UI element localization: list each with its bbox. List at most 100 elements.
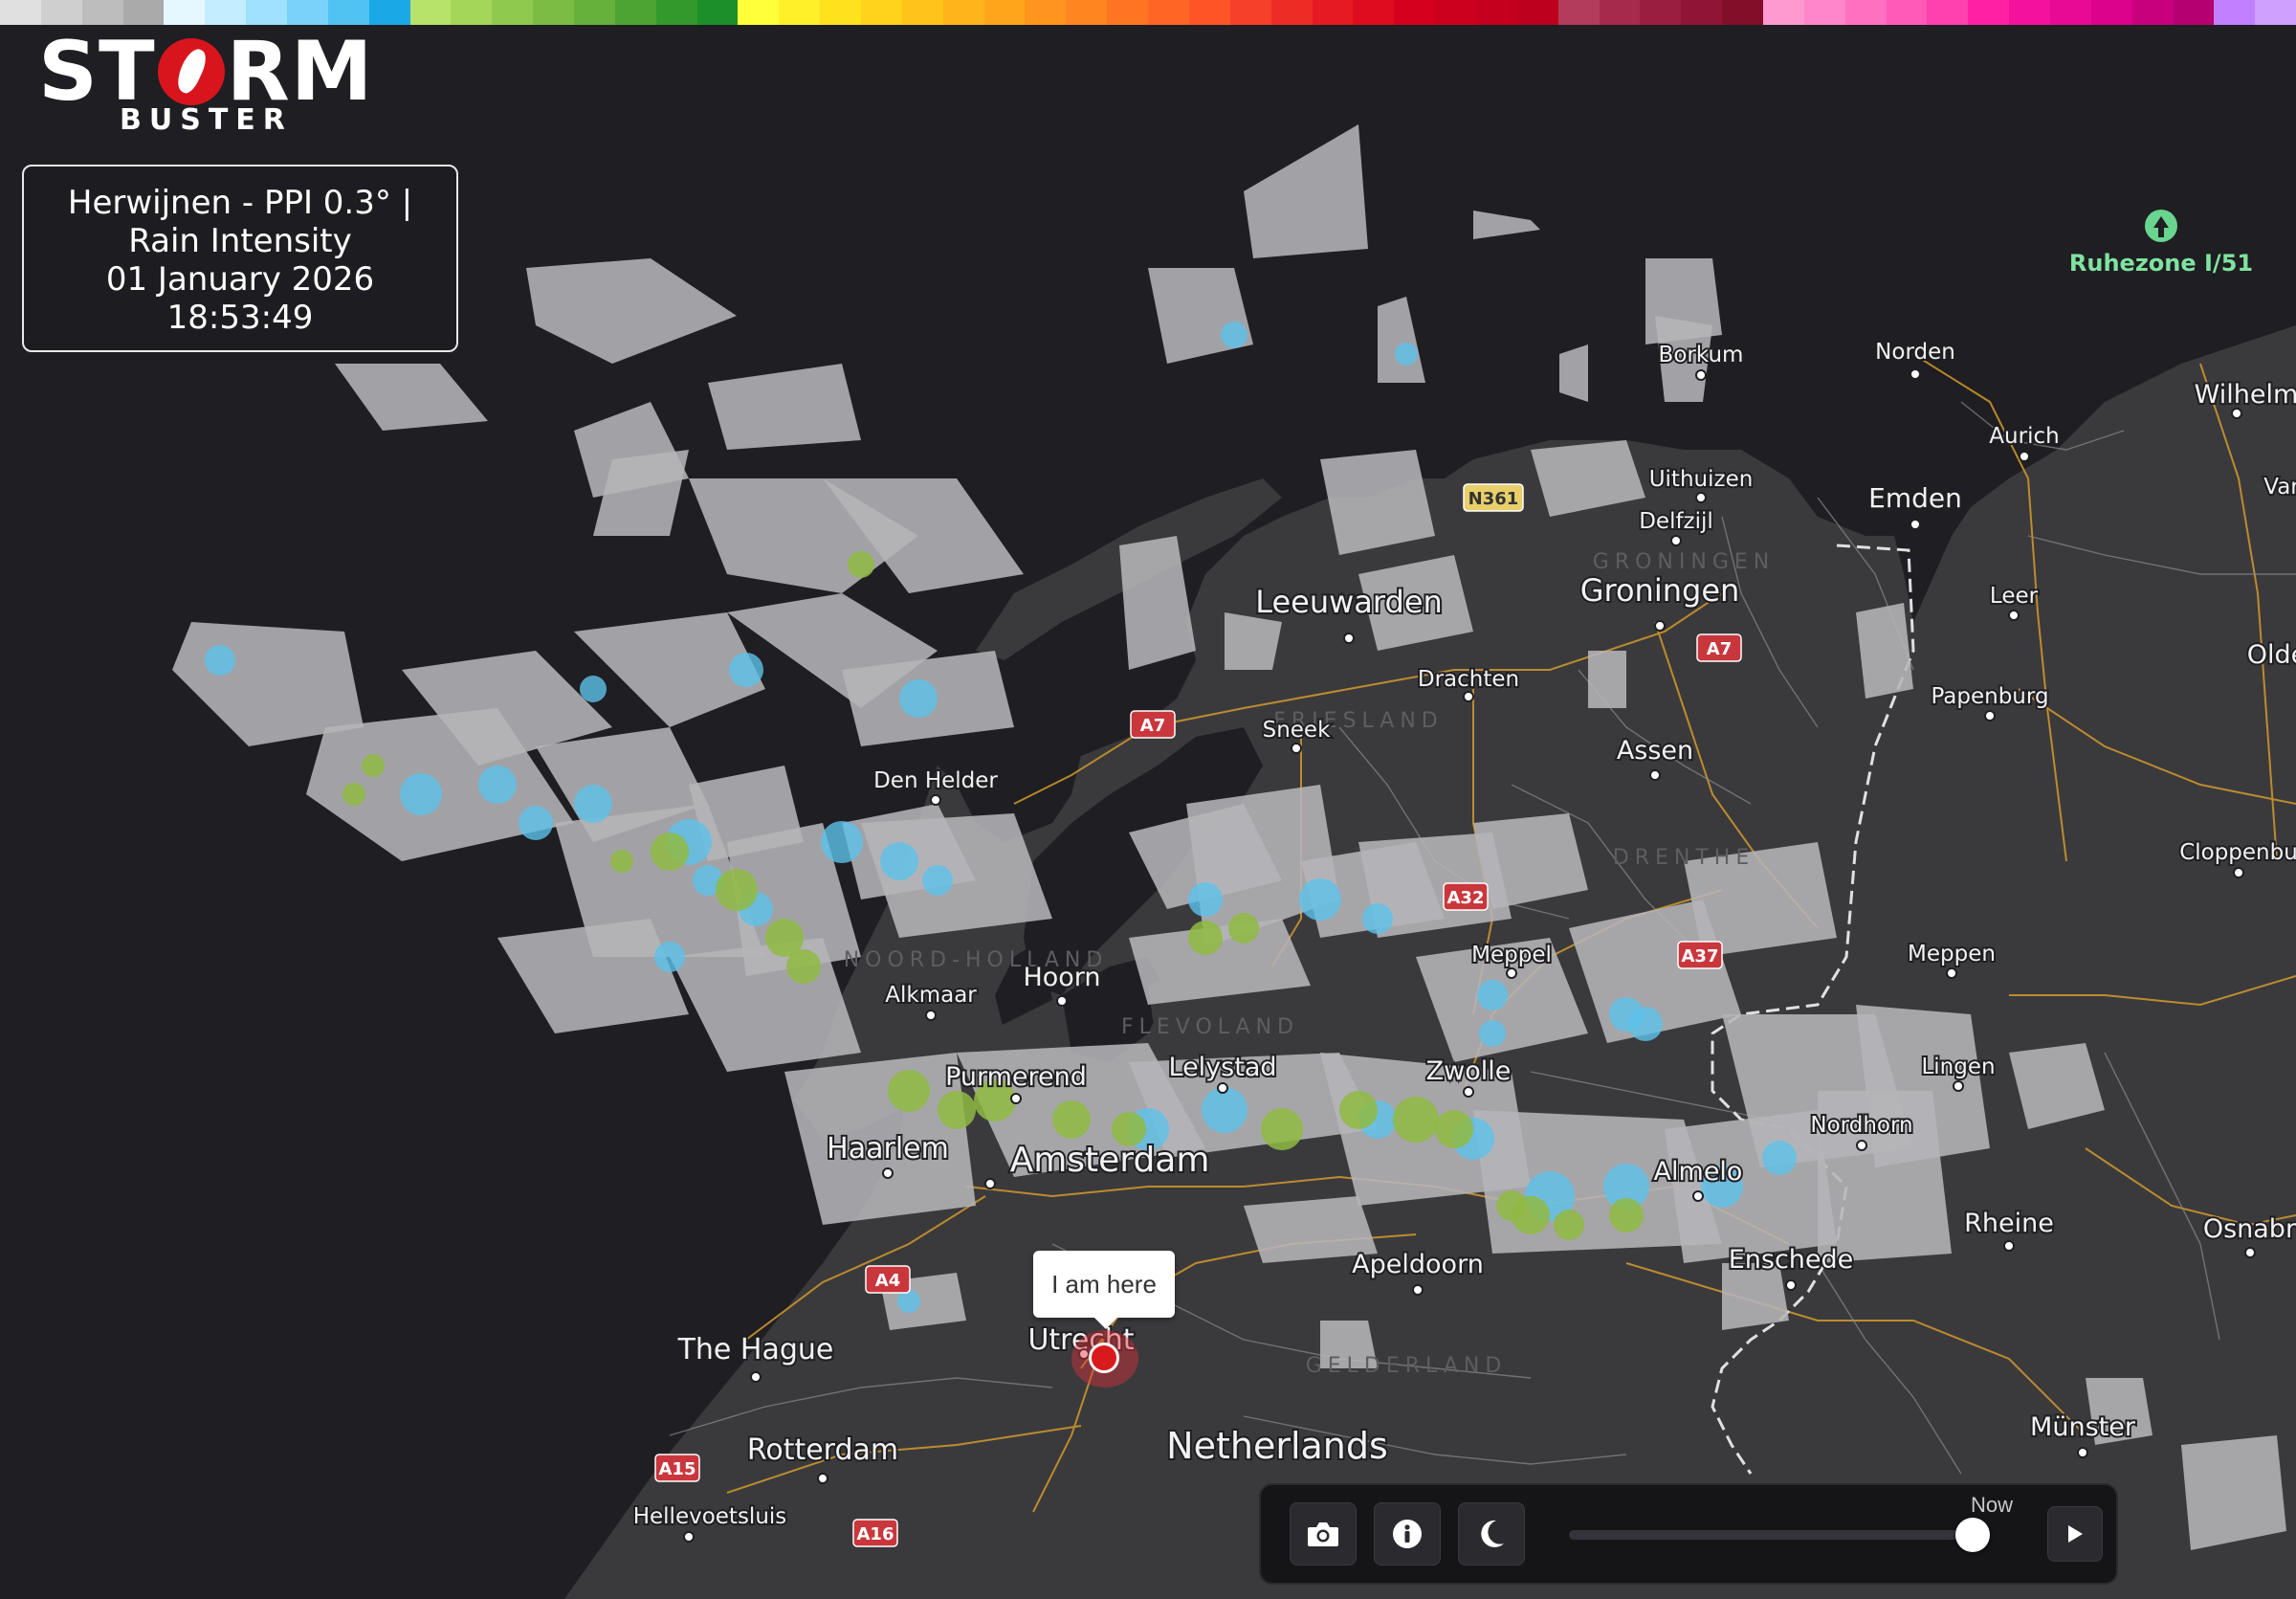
city-dot xyxy=(1692,1190,1704,1202)
color-scale-swatch xyxy=(1762,0,1804,25)
city-label: Lelystad xyxy=(1169,1053,1277,1082)
color-scale-swatch xyxy=(2090,0,2132,25)
color-scale-swatch xyxy=(779,0,821,25)
color-scale-swatch xyxy=(409,0,452,25)
color-scale-swatch xyxy=(1557,0,1600,25)
color-scale-swatch xyxy=(1927,0,1969,25)
color-scale-swatch xyxy=(738,0,780,25)
city-label: Olde xyxy=(2247,640,2296,670)
city-dot xyxy=(1217,1082,1228,1094)
city-dot xyxy=(683,1531,695,1543)
logo-subtext: BUSTER xyxy=(120,103,293,137)
city-dot xyxy=(1010,1093,1022,1104)
radar-echo-green xyxy=(888,1070,930,1112)
city-dot xyxy=(1649,769,1661,781)
road-shield: A7 xyxy=(1130,710,1176,739)
color-scale-swatch xyxy=(1107,0,1149,25)
color-scale-swatch xyxy=(574,0,615,25)
color-scale-swatch xyxy=(246,0,288,25)
location-marker-icon[interactable] xyxy=(1089,1343,1119,1373)
color-scale-swatch xyxy=(1803,0,1845,25)
city-dot xyxy=(1291,743,1302,754)
color-scale-swatch xyxy=(327,0,369,25)
color-scale-swatch xyxy=(1025,0,1067,25)
city-dot xyxy=(925,1010,937,1021)
city-dot xyxy=(2019,451,2030,462)
city-label: Wilhelms xyxy=(2195,380,2296,410)
city-dot xyxy=(2233,867,2244,878)
location-tooltip: I am here xyxy=(1033,1251,1175,1329)
radar-info-panel: Herwijnen - PPI 0.3° | Rain Intensity 01… xyxy=(22,165,458,352)
city-dot xyxy=(1953,1080,1964,1092)
info-button[interactable] xyxy=(1374,1502,1441,1566)
color-scale-swatch xyxy=(40,0,82,25)
city-label: Alkmaar xyxy=(885,983,977,1008)
radar-time-label: 18:53:49 xyxy=(166,299,314,337)
color-scale-swatch xyxy=(1270,0,1313,25)
radar-echo-green xyxy=(938,1091,976,1129)
color-scale-swatch xyxy=(533,0,575,25)
color-scale-swatch xyxy=(451,0,493,25)
dark-mode-button[interactable] xyxy=(1458,1502,1525,1566)
color-scale-swatch xyxy=(287,0,328,25)
city-dot xyxy=(1056,995,1068,1007)
road-shield: A37 xyxy=(1677,941,1723,969)
city-label: Enschede xyxy=(1729,1245,1854,1275)
city-label: Var xyxy=(2263,475,2296,500)
radar-echo-green xyxy=(1393,1097,1439,1143)
color-scale-swatch xyxy=(2255,0,2296,25)
color-scale-swatch xyxy=(901,0,943,25)
city-label: Osnabrü xyxy=(2203,1214,2296,1244)
timeline-slider-handle[interactable] xyxy=(1955,1518,1990,1552)
city-label: Münster xyxy=(2030,1412,2136,1442)
color-scale-swatch xyxy=(164,0,206,25)
radar-echo-blue xyxy=(580,676,607,702)
road-shield: A15 xyxy=(654,1454,700,1482)
screenshot-button[interactable] xyxy=(1290,1502,1357,1566)
radar-echo-blue xyxy=(654,942,685,972)
color-scale-swatch xyxy=(1188,0,1230,25)
radar-echo-light xyxy=(1559,344,1588,402)
color-scale-swatch xyxy=(2049,0,2091,25)
info-icon xyxy=(1393,1520,1422,1548)
city-label: Lingen xyxy=(1921,1055,1995,1079)
road-shield: A4 xyxy=(865,1265,911,1294)
radar-echo-green xyxy=(1496,1190,1527,1221)
city-label: Leeuwarden xyxy=(1255,584,1443,620)
city-label: Emden xyxy=(1868,482,1962,514)
city-label: Aurich xyxy=(1989,424,2059,449)
logo-flame-icon xyxy=(157,38,225,105)
timeline-slider[interactable] xyxy=(1569,1518,1990,1552)
city-label: Leer xyxy=(1990,584,2039,609)
radar-echo-blue xyxy=(922,865,953,896)
radar-echo-green xyxy=(1261,1108,1303,1150)
color-scale-swatch xyxy=(820,0,862,25)
play-button[interactable] xyxy=(2047,1506,2103,1562)
city-label: Hellevoetsluis xyxy=(633,1504,787,1529)
radar-echo-blue xyxy=(519,806,553,840)
svg-text:A16: A16 xyxy=(857,1524,894,1544)
city-dot xyxy=(1984,710,1996,722)
color-scale-swatch xyxy=(2009,0,2050,25)
region-label: FLEVOLAND xyxy=(1121,1015,1299,1039)
city-dot xyxy=(1785,1279,1797,1291)
radar-echo-green xyxy=(848,551,874,578)
color-scale-swatch xyxy=(614,0,656,25)
color-scale-swatch xyxy=(205,0,247,25)
city-dot xyxy=(1910,368,1921,380)
timeline-now-label: Now xyxy=(1971,1493,2014,1517)
camera-icon xyxy=(1308,1522,1338,1546)
city-dot xyxy=(2231,408,2242,419)
color-scale-swatch xyxy=(368,0,410,25)
logo-text-right: RM xyxy=(226,24,374,120)
city-label: Groningen xyxy=(1580,572,1740,609)
road-shield: N361 xyxy=(1463,483,1524,512)
radar-echo-light xyxy=(2181,1435,2286,1550)
city-dot xyxy=(1695,492,1707,503)
svg-text:A32: A32 xyxy=(1447,888,1485,908)
color-scale-swatch xyxy=(696,0,739,25)
poi-label: Ruhezone I/51 xyxy=(2069,250,2253,277)
color-scale-swatch xyxy=(655,0,697,25)
radar-echo-blue xyxy=(1477,980,1508,1010)
svg-text:A37: A37 xyxy=(1682,946,1719,966)
